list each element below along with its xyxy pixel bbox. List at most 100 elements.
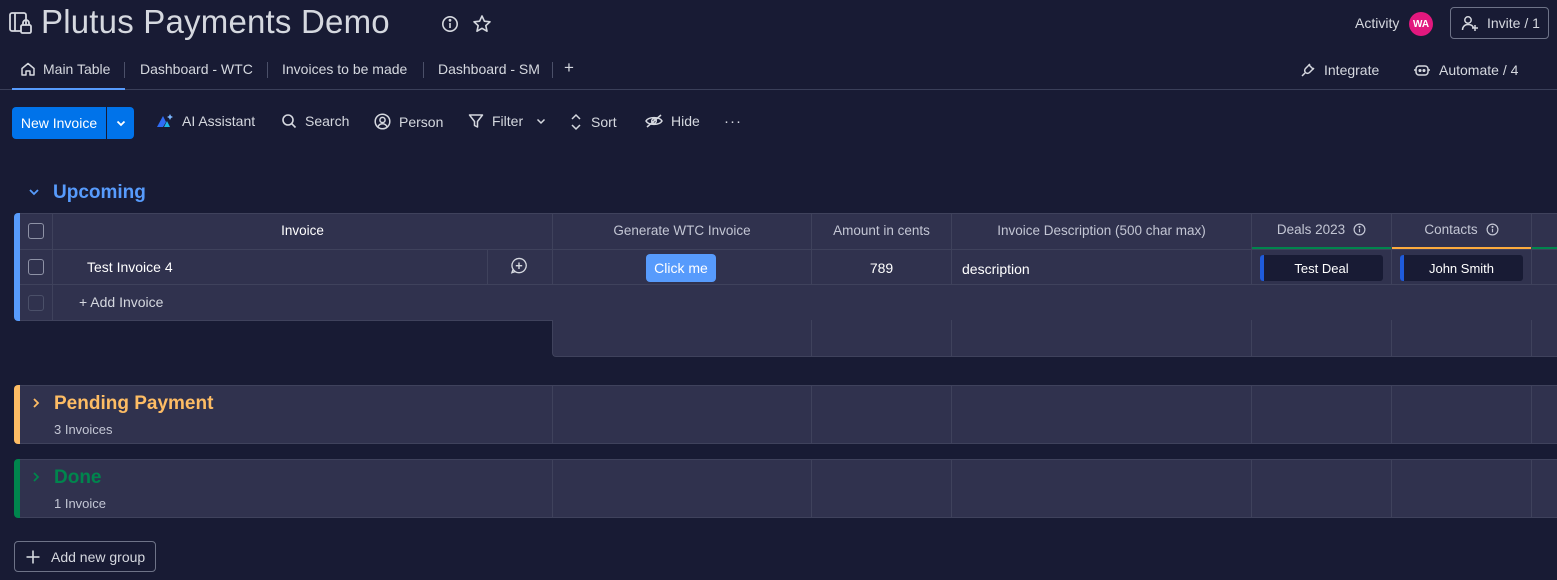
ai-assistant-button[interactable]: AI Assistant (156, 113, 255, 129)
collapse-group-chevron-icon[interactable] (28, 186, 40, 198)
deal-link-chip[interactable]: Test Deal (1260, 255, 1383, 281)
group-title-done[interactable]: Done (54, 467, 102, 489)
row-divider (20, 249, 1557, 250)
new-invoice-button[interactable]: New Invoice (12, 107, 134, 139)
eye-off-icon (645, 113, 663, 129)
new-invoice-dropdown[interactable] (106, 107, 134, 139)
avatar[interactable]: WA (1409, 12, 1433, 36)
column-header-invoice[interactable]: Invoice (53, 223, 552, 238)
column-divider (811, 320, 812, 356)
integrate-button[interactable]: Integrate (1300, 62, 1379, 78)
board-lock-icon (9, 10, 33, 36)
column-divider (1531, 320, 1532, 356)
chevron-down-icon[interactable] (535, 115, 547, 127)
add-view-button[interactable]: + (564, 58, 574, 78)
column-header-generate-wtc-invoice[interactable]: Generate WTC Invoice (553, 223, 811, 238)
hide-button[interactable]: Hide (645, 113, 700, 129)
deals-header-label: Deals 2023 (1276, 222, 1346, 237)
column-divider (1391, 385, 1392, 444)
activity-button[interactable]: Activity (1355, 15, 1399, 31)
tab-dashboard-sm[interactable]: Dashboard - SM (438, 61, 540, 77)
column-header-contacts[interactable]: Contacts (1392, 222, 1531, 237)
filter-button[interactable]: Filter (468, 113, 547, 129)
column-header-deals[interactable]: Deals 2023 (1252, 222, 1391, 237)
column-header-description[interactable]: Invoice Description (500 char max) (952, 223, 1251, 238)
group-title-pending-payment[interactable]: Pending Payment (54, 393, 213, 415)
tab-divider (124, 62, 125, 78)
contact-link-chip[interactable]: John Smith (1400, 255, 1523, 281)
sort-label: Sort (591, 114, 617, 130)
tab-dashboard-wtc[interactable]: Dashboard - WTC (140, 61, 253, 77)
generate-invoice-button[interactable]: Click me (646, 254, 716, 282)
home-icon (20, 61, 36, 77)
integrate-icon (1300, 62, 1316, 78)
more-actions-button[interactable]: ··· (724, 113, 742, 130)
tab-main-table[interactable]: Main Table (20, 61, 110, 77)
invite-button[interactable]: Invite / 1 (1450, 7, 1549, 39)
group-item-count: 1 Invoice (54, 496, 107, 511)
contacts-column-accent (1392, 247, 1531, 249)
add-update-icon[interactable] (510, 257, 528, 275)
group-item-count: 3 Invoices (54, 422, 113, 437)
automate-button[interactable]: Automate / 4 (1413, 62, 1518, 78)
select-all-checkbox[interactable] (28, 223, 44, 239)
filter-icon (468, 113, 484, 129)
person-label: Person (399, 113, 444, 130)
add-person-icon (1461, 14, 1479, 32)
item-name[interactable]: Test Invoice 4 (87, 259, 173, 275)
add-item-button[interactable]: + Add Invoice (79, 294, 163, 310)
chevron-down-icon (115, 117, 127, 129)
tab-divider (552, 62, 553, 78)
board-title[interactable]: Plutus Payments Demo (41, 3, 390, 41)
search-button[interactable]: Search (281, 113, 349, 129)
column-header-amount[interactable]: Amount in cents (812, 223, 951, 238)
column-divider (552, 385, 553, 444)
robot-icon (1413, 62, 1431, 78)
person-filter-button[interactable]: Person (374, 113, 443, 130)
column-divider (811, 385, 812, 444)
column-divider (951, 385, 952, 444)
filter-label: Filter (492, 113, 524, 129)
column-divider (487, 249, 488, 284)
search-label: Search (305, 113, 350, 129)
column-divider (1391, 459, 1392, 518)
contact-name: John Smith (1428, 260, 1495, 276)
column-divider (1251, 459, 1252, 518)
add-new-group-button[interactable]: Add new group (14, 541, 156, 572)
new-invoice-label[interactable]: New Invoice (12, 107, 106, 139)
row-checkbox[interactable] (28, 259, 44, 275)
sort-button[interactable]: Sort (569, 113, 617, 131)
sort-icon (569, 113, 583, 131)
add-new-group-label: Add new group (51, 548, 146, 565)
plus-icon (25, 549, 41, 565)
column-divider (1531, 459, 1532, 518)
done-group-collapsed[interactable] (20, 459, 1557, 518)
pending-group-collapsed[interactable] (20, 385, 1557, 444)
ai-assistant-label: AI Assistant (182, 113, 256, 129)
column-divider (552, 459, 553, 518)
expand-group-chevron-icon[interactable] (30, 471, 42, 483)
column-divider (1531, 385, 1532, 444)
star-icon[interactable] (472, 14, 492, 34)
group-title-upcoming[interactable]: Upcoming (53, 182, 146, 204)
column-divider (951, 320, 952, 356)
expand-group-chevron-icon[interactable] (30, 397, 42, 409)
active-tab-indicator (12, 88, 125, 90)
description-cell[interactable]: description (962, 261, 1030, 277)
column-divider (811, 459, 812, 518)
hide-label: Hide (671, 113, 700, 129)
info-icon[interactable] (441, 15, 459, 33)
view-tabs-bar: Main Table Dashboard - WTC Invoices to b… (0, 52, 1557, 90)
automate-label: Automate / 4 (1439, 62, 1519, 78)
column-divider (951, 459, 952, 518)
tab-invoices-to-be-made[interactable]: Invoices to be made (282, 61, 407, 77)
amount-cell[interactable]: 789 (812, 260, 951, 276)
ai-sparkle-icon (156, 113, 174, 129)
tab-divider (267, 62, 268, 78)
column-divider (1251, 320, 1252, 356)
chip-accent (1260, 255, 1264, 281)
tab-label: Main Table (43, 61, 111, 77)
summary-row (552, 320, 1557, 357)
info-icon[interactable] (1353, 223, 1366, 236)
info-icon[interactable] (1486, 223, 1499, 236)
